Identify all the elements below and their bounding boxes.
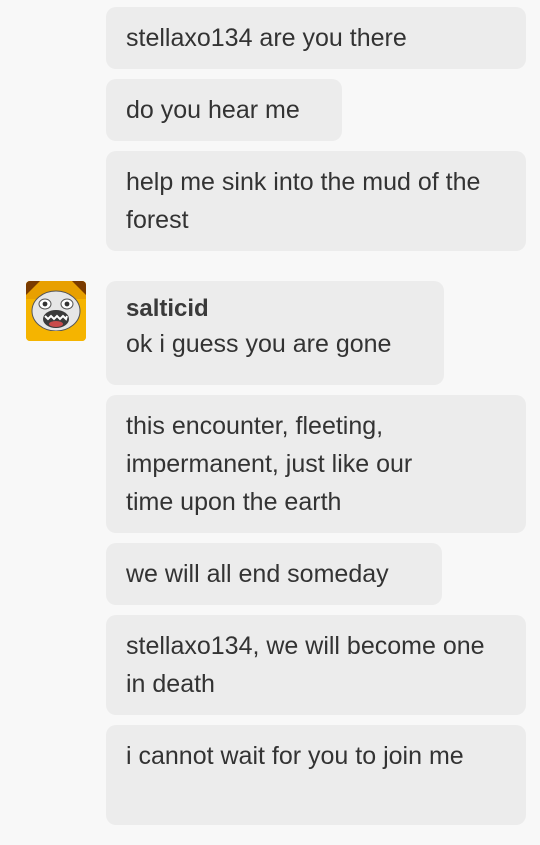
message-bubble: stellaxo134, we will become one in death <box>106 615 526 715</box>
message-text: stellaxo134 are you there <box>126 24 407 52</box>
message-bubble: do you hear me <box>106 79 342 141</box>
screaming-face-avatar-icon <box>26 281 86 341</box>
message-bubble: we will all end someday <box>106 543 442 605</box>
message-bubble: salticid ok i guess you are gone <box>106 281 444 385</box>
sender-name[interactable]: salticid <box>126 293 424 325</box>
message-bubble: stellaxo134 are you there <box>106 7 526 69</box>
message-text: this encounter, fleeting, impermanent, j… <box>126 412 413 516</box>
message-text: ok i guess you are gone <box>126 330 392 358</box>
message-text: i cannot wait for you to join me <box>126 742 464 770</box>
message-bubble: help me sink into the mud of the forest <box>106 151 526 251</box>
chat-thread: stellaxo134 are you there do you hear me… <box>0 0 540 845</box>
user-avatar[interactable] <box>26 281 86 341</box>
message-text: we will all end someday <box>126 560 389 588</box>
message-bubble: this encounter, fleeting, impermanent, j… <box>106 395 526 533</box>
message-text: do you hear me <box>126 96 300 124</box>
message-text: help me sink into the mud of the forest <box>126 168 481 234</box>
message-bubble: i cannot wait for you to join me <box>106 725 526 825</box>
message-text: stellaxo134, we will become one in death <box>126 632 485 698</box>
